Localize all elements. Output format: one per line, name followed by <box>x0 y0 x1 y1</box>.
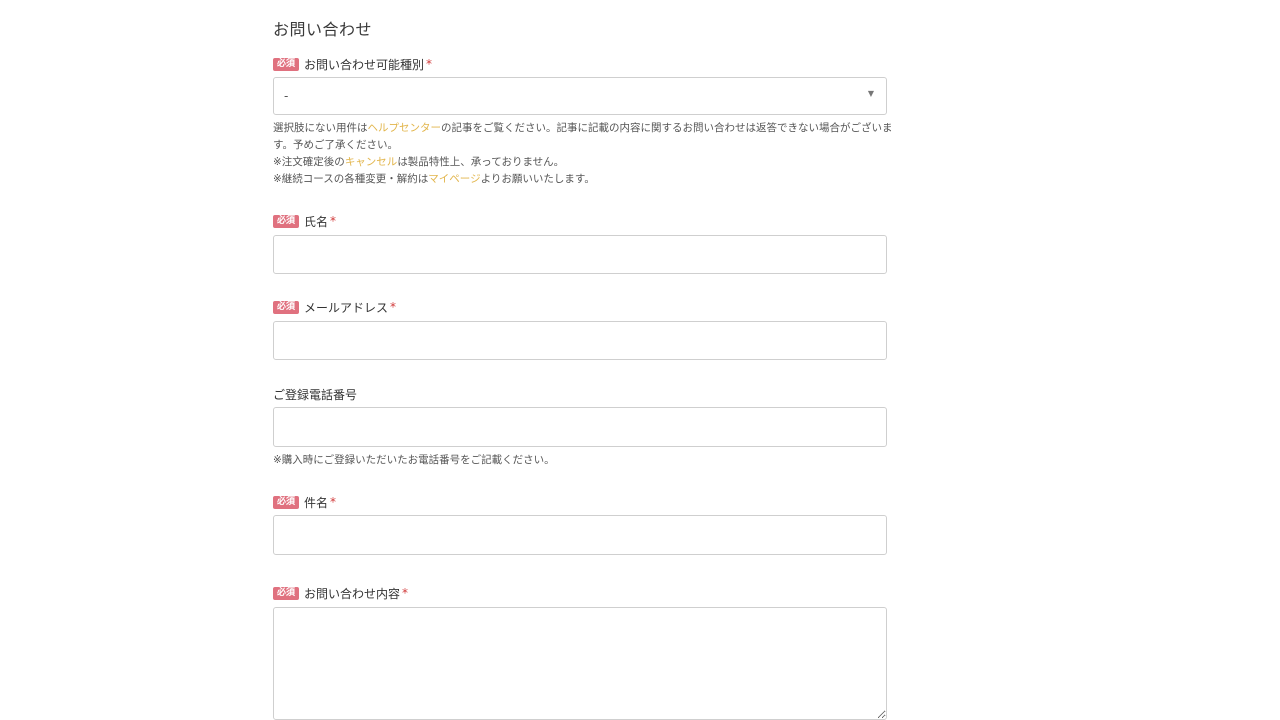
phone-label-text: ご登録電話番号 <box>273 387 358 402</box>
email-label: 必須 メールアドレス * <box>273 299 396 315</box>
name-input[interactable] <box>273 235 887 274</box>
help-text: ※注文確定後の <box>273 156 345 168</box>
email-input[interactable] <box>273 321 887 360</box>
email-label-text: メールアドレス <box>304 300 389 315</box>
help-center-link[interactable]: ヘルプセンター <box>368 122 442 134</box>
inquiry-type-select[interactable]: - ▼ <box>273 77 887 115</box>
name-label-text: 氏名 <box>304 214 329 229</box>
content-label: 必須 お問い合わせ内容 * <box>273 585 408 601</box>
inquiry-type-label: 必須 お問い合わせ可能種別 * <box>273 56 432 72</box>
page-title: お問い合わせ <box>273 20 373 39</box>
name-label: 必須 氏名 * <box>273 213 336 229</box>
required-badge: 必須 <box>273 57 300 71</box>
required-badge: 必須 <box>273 495 300 509</box>
help-line-1: 選択肢にない用件はヘルプセンターの記事をご覧ください。記事に記載の内容に関するお… <box>273 120 893 154</box>
help-line-3: ※継続コースの各種変更・解約はマイページよりお願いいたします。 <box>273 171 893 188</box>
help-text: 選択肢にない用件は <box>273 122 368 134</box>
cancel-link[interactable]: キャンセル <box>345 156 398 168</box>
content-textarea[interactable] <box>273 607 887 720</box>
phone-label: ご登録電話番号 <box>273 386 357 402</box>
required-badge: 必須 <box>273 586 300 600</box>
help-text: ※継続コースの各種変更・解約は <box>273 173 429 185</box>
required-badge: 必須 <box>273 300 300 314</box>
inquiry-type-label-text: お問い合わせ可能種別 <box>304 57 425 72</box>
help-line-2: ※注文確定後のキャンセルは製品特性上、承っておりません。 <box>273 154 893 171</box>
inquiry-type-selected-value: - <box>284 89 289 103</box>
content-label-text: お問い合わせ内容 <box>304 586 401 601</box>
phone-input[interactable] <box>273 407 887 447</box>
required-mark: * <box>390 300 397 314</box>
mypage-link[interactable]: マイページ <box>428 173 480 185</box>
caret-down-icon: ▼ <box>867 89 874 98</box>
required-mark: * <box>330 495 337 509</box>
required-mark: * <box>330 214 337 228</box>
subject-label: 必須 件名 * <box>273 494 336 510</box>
required-mark: * <box>402 586 409 600</box>
required-mark: * <box>426 57 433 71</box>
help-text: は製品特性上、承っておりません。 <box>397 156 565 168</box>
help-text: よりお願いいたします。 <box>480 173 595 185</box>
subject-input[interactable] <box>273 515 887 555</box>
subject-label-text: 件名 <box>304 495 329 510</box>
inquiry-type-help: 選択肢にない用件はヘルプセンターの記事をご覧ください。記事に記載の内容に関するお… <box>273 120 893 188</box>
phone-help: ※購入時にご登録いただいたお電話番号をご記載ください。 <box>273 454 555 466</box>
required-badge: 必須 <box>273 214 300 228</box>
